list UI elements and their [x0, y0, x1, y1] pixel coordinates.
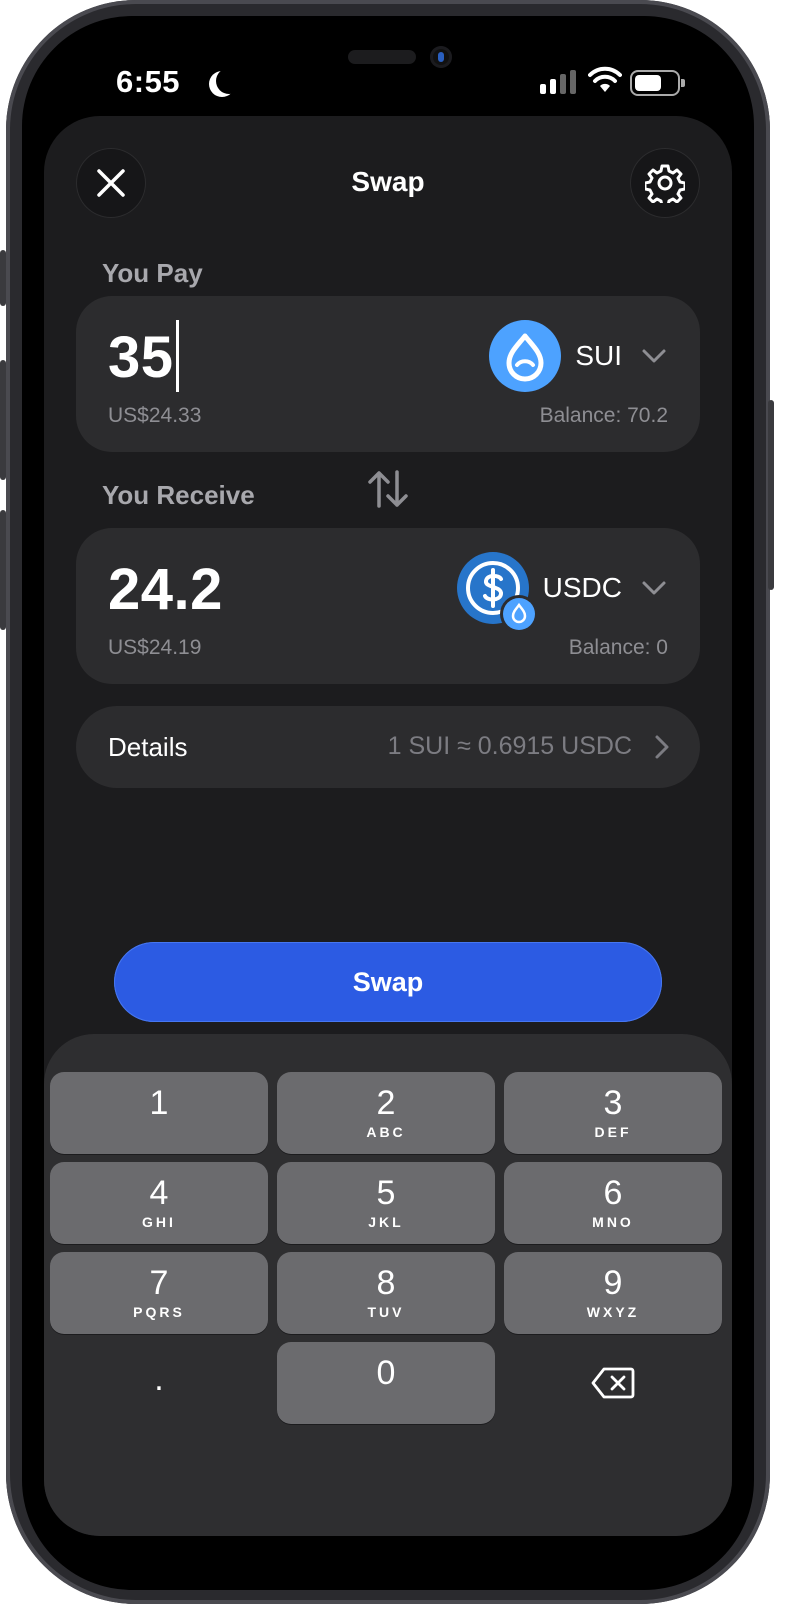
you-receive-label: You Receive: [102, 480, 255, 510]
receive-balance: Balance: 0: [568, 636, 668, 659]
key-8[interactable]: 8 TUV: [277, 1252, 495, 1334]
key-backspace[interactable]: [504, 1342, 722, 1424]
chevron-down-icon: [642, 581, 666, 595]
key-5[interactable]: 5 JKL: [277, 1162, 495, 1244]
exchange-rate: 1 SUI ≈ 0.6915 USDC: [387, 732, 632, 760]
pay-card[interactable]: 35 US$24.33 SUI Balance: 70.2: [76, 296, 700, 452]
chevron-down-icon: [642, 349, 666, 363]
cellular-signal-icon: [540, 70, 576, 94]
key-decimal[interactable]: .: [50, 1342, 268, 1424]
volume-up-button: [0, 360, 6, 480]
key-1[interactable]: 1: [50, 1072, 268, 1154]
key-2[interactable]: 2 ABC: [277, 1072, 495, 1154]
action-button: [0, 250, 6, 306]
swap-arrows-icon[interactable]: [366, 468, 410, 510]
page-title: Swap: [351, 166, 425, 197]
pay-token-name: SUI: [575, 340, 622, 371]
key-3[interactable]: 3 DEF: [504, 1072, 722, 1154]
key-9[interactable]: 9 WXYZ: [504, 1252, 722, 1334]
details-row[interactable]: Details 1 SUI ≈ 0.6915 USDC: [76, 706, 700, 788]
you-pay-label: You Pay: [102, 258, 203, 288]
sui-token-icon: [489, 320, 562, 392]
numeric-keypad: 1 2 ABC 3 DEF 4 GHI 5 JKL 6 MNO 7 PQRS 8…: [44, 1034, 732, 1536]
status-time: 6:55: [116, 64, 181, 99]
receive-card: 24.2 US$24.19 USDC Balance: 0: [76, 528, 700, 684]
receive-token-selector[interactable]: USDC: [456, 552, 668, 630]
pay-fiat-value: US$24.33: [108, 404, 202, 427]
chevron-right-icon: [655, 735, 669, 759]
sui-network-badge-icon: [502, 598, 535, 630]
screen: 6:55 Swap You Pay 35 US$24.33 SUI Balanc…: [22, 16, 754, 1590]
gear-icon: [645, 164, 685, 203]
details-label: Details: [108, 732, 188, 762]
power-button: [768, 400, 774, 590]
volume-down-button: [0, 510, 6, 630]
key-7[interactable]: 7 PQRS: [50, 1252, 268, 1334]
key-4[interactable]: 4 GHI: [50, 1162, 268, 1244]
dynamic-island: [348, 50, 416, 64]
moon-icon: [216, 68, 242, 94]
camera: [430, 46, 452, 68]
key-0[interactable]: 0: [277, 1342, 495, 1424]
pay-balance: Balance: 70.2: [539, 404, 668, 427]
receive-token-name: USDC: [542, 572, 622, 603]
usdc-token-icon: [456, 552, 535, 630]
settings-button[interactable]: [630, 148, 700, 218]
swap-button[interactable]: Swap: [114, 942, 662, 1022]
receive-fiat-value: US$24.19: [108, 636, 202, 659]
backspace-icon: [591, 1367, 635, 1399]
pay-amount-value: 35: [108, 325, 174, 390]
wifi-icon: [588, 66, 622, 92]
swap-sheet: Swap You Pay 35 US$24.33 SUI Balance: 70…: [44, 116, 732, 1536]
pay-token-selector[interactable]: SUI: [489, 320, 668, 392]
receive-amount: 24.2: [108, 557, 223, 622]
text-caret: [175, 319, 179, 392]
pay-amount-input[interactable]: 35: [108, 319, 179, 398]
key-6[interactable]: 6 MNO: [504, 1162, 722, 1244]
battery-icon: [630, 70, 685, 96]
